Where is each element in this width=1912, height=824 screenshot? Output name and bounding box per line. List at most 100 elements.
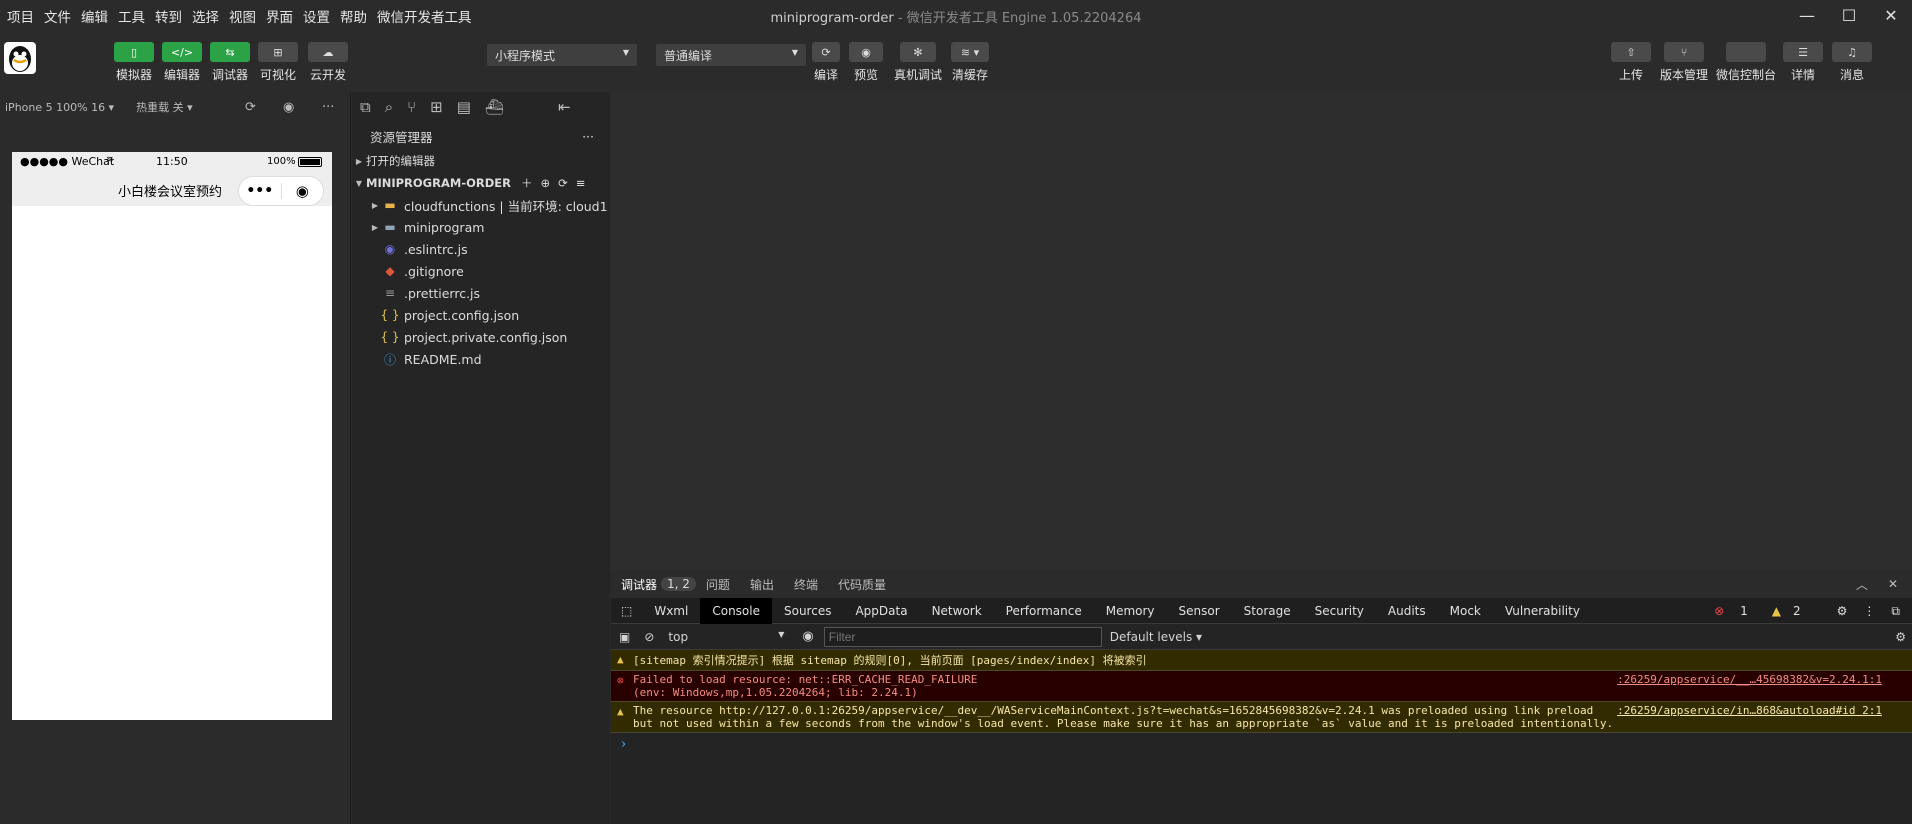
file-item[interactable]: ⓘ README.md [352, 348, 610, 370]
inspect-icon[interactable]: ⬚ [611, 598, 642, 624]
more-icon[interactable]: ··· [322, 100, 334, 115]
kebab-icon[interactable]: ⋮ [1859, 598, 1879, 624]
debug-icon: ⇆ [210, 42, 250, 62]
compile-select[interactable]: 普通编译 ▼ [656, 44, 806, 66]
cloud-button[interactable]: ☁ 云开发 [304, 42, 352, 83]
avatar[interactable] [4, 42, 36, 74]
tab-code-quality[interactable]: 代码质量 [828, 576, 896, 593]
folder-icon: ▬ [384, 220, 396, 234]
hotreload-toggle[interactable]: 热重载 关 ▾ [136, 99, 193, 115]
minimize-icon[interactable]: — [1786, 0, 1828, 30]
devtools-tab[interactable]: Network [920, 598, 994, 624]
levels-select[interactable]: Default levels ▾ [1102, 630, 1202, 644]
undock-icon[interactable]: ⧉ [1879, 598, 1912, 624]
messages-button[interactable]: ♫ 消息 [1828, 42, 1876, 83]
folder-item[interactable]: ▶ ▬ miniprogram [352, 216, 610, 238]
source-link[interactable]: :26259/appservice/in…868&autoload#id 2:1 [1617, 704, 1882, 717]
console-button[interactable]: 微信控制台 [1716, 42, 1776, 83]
upload-icon: ⇧ [1611, 42, 1651, 62]
git-icon: ◆ [385, 264, 395, 278]
config-icon: ≡ [384, 286, 396, 300]
editor-area[interactable] [611, 92, 1912, 570]
window-subtitle: - 微信开发者工具 Engine 1.05.2204264 [893, 11, 1142, 26]
docker-icon[interactable]: ⛴ [485, 98, 504, 116]
debugger-button[interactable]: ⇆ 调试器 [206, 42, 254, 83]
close-target-icon[interactable]: ◉ [281, 182, 323, 200]
tab-problems[interactable]: 问题 [696, 576, 740, 593]
rotate-icon[interactable]: ⟳ [245, 100, 256, 115]
devtools-tab[interactable]: Audits [1376, 598, 1438, 624]
preview-button[interactable]: ◉ 预览 [842, 42, 890, 83]
extensions-icon[interactable]: ⊞ [430, 98, 443, 116]
file-name: README.md [404, 351, 482, 367]
device-select[interactable]: iPhone 5 100% 16 ▾ [5, 101, 114, 114]
clear-cache-button[interactable]: ≋ ▾ 清缓存 [946, 42, 994, 83]
chevron-up-icon[interactable]: ︿ [1846, 576, 1878, 593]
devtools-tab[interactable]: Sensor [1167, 598, 1232, 624]
devtools-tab[interactable]: Sources [772, 598, 843, 624]
devtools-tab[interactable]: Vulnerability [1493, 598, 1592, 624]
visual-button[interactable]: ⊞ 可视化 [254, 42, 302, 83]
bell-icon: ♫ [1832, 42, 1872, 62]
more-icon[interactable]: ··· [582, 129, 594, 144]
devtools-tab[interactable]: Performance [994, 598, 1094, 624]
devtools-tab[interactable]: Memory [1094, 598, 1167, 624]
devtools-tab[interactable]: Mock [1438, 598, 1493, 624]
devtools-tab[interactable]: Storage [1232, 598, 1303, 624]
remote-debug-button[interactable]: ✻ 真机调试 [894, 42, 942, 83]
file-item[interactable]: { } project.private.config.json [352, 326, 610, 348]
close-icon[interactable]: ✕ [1878, 577, 1912, 591]
devtools-tab[interactable]: Console [700, 597, 772, 624]
eye-icon[interactable]: ◉ [792, 629, 823, 644]
phone-screen[interactable]: ●●●●● WeChat ≋ 11:50 100% 小白楼会议室预约 ••• ◉ [12, 152, 332, 720]
title-bar: 项目 文件 编辑 工具 转到 选择 视图 界面 设置 帮助 微信开发者工具 miniprogram-… [0, 0, 1912, 30]
folder-item[interactable]: ▶ ▬ cloudfunctions | 当前环境: cloud1 [352, 194, 610, 216]
devtools-tab[interactable]: AppData [843, 598, 919, 624]
chevron-right-icon: ▶ [355, 156, 363, 166]
json-icon: { } [380, 330, 400, 344]
error-count[interactable]: ⊗ 1 [1702, 598, 1772, 624]
file-item[interactable]: ◉ .eslintrc.js [352, 238, 610, 260]
outline-icon[interactable]: ▤ [457, 98, 471, 116]
file-item[interactable]: ◆ .gitignore [352, 260, 610, 282]
record-icon[interactable]: ◉ [283, 100, 294, 115]
filter-input[interactable] [823, 626, 1102, 647]
clear-console-icon[interactable]: ⊘ [636, 630, 662, 644]
files-icon[interactable]: ⧉ [360, 98, 371, 116]
upload-button[interactable]: ⇧ 上传 [1607, 42, 1655, 83]
chevron-down-icon: ▼ [791, 48, 798, 57]
file-item[interactable]: { } project.config.json [352, 304, 610, 326]
warning-count[interactable]: ▲ 2 [1772, 598, 1825, 624]
file-item[interactable]: ≡ .prettierrc.js [352, 282, 610, 304]
devtools-tab[interactable]: Wxml [642, 598, 700, 624]
sidebar-toggle-icon[interactable]: ▣ [611, 630, 636, 644]
window-title-text: miniprogram-order [770, 11, 894, 26]
project-section[interactable]: ▼ MINIPROGRAM-ORDER ＋⊕⟳≡ [352, 172, 610, 194]
simulator-button[interactable]: ▯ 模拟器 [110, 42, 158, 83]
close-icon[interactable]: ✕ [1870, 0, 1912, 30]
editor-button[interactable]: </> 编辑器 [158, 42, 206, 83]
gear-icon[interactable]: ⚙ [1895, 630, 1912, 644]
devtools-tab[interactable]: Security [1303, 598, 1376, 624]
explorer-title: 资源管理器 [370, 129, 433, 145]
tab-debugger[interactable]: 调试器 [611, 576, 667, 593]
mode-select[interactable]: 小程序模式 ▼ [487, 44, 637, 66]
capsule-button[interactable]: ••• ◉ [238, 176, 324, 206]
collapse-panel-icon[interactable]: ⇤ [558, 98, 571, 116]
console-prompt[interactable]: › [611, 733, 1912, 756]
file-name: miniprogram [404, 219, 485, 235]
tab-output[interactable]: 输出 [740, 576, 784, 593]
context-select[interactable]: top ▼ [662, 630, 792, 644]
tab-terminal[interactable]: 终端 [784, 576, 828, 593]
file-name: .prettierrc.js [404, 285, 481, 301]
git-branch-icon[interactable]: ⑂ [407, 98, 416, 116]
more-dots-icon[interactable]: ••• [239, 183, 281, 199]
gear-icon[interactable]: ⚙ [1825, 598, 1860, 624]
maximize-icon[interactable]: ☐ [1828, 0, 1870, 30]
open-editors-section[interactable]: ▶ 打开的编辑器 [352, 150, 610, 172]
search-icon[interactable]: ⌕ [385, 98, 393, 116]
version-button[interactable]: ⑂ 版本管理 [1660, 42, 1708, 83]
details-button[interactable]: ☰ 详情 [1779, 42, 1827, 83]
layout-icon: ⊞ [258, 42, 298, 62]
source-link[interactable]: :26259/appservice/__…45698382&v=2.24.1:1 [1617, 673, 1882, 686]
